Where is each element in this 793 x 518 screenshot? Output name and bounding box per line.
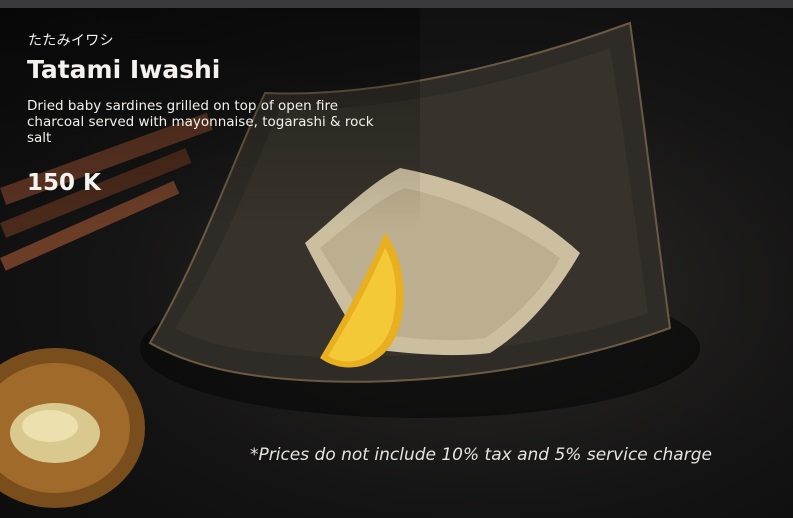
mayonnaise-bowl [0, 348, 145, 508]
top-bar [0, 0, 793, 8]
item-subtitle-japanese: たたみイワシ [28, 33, 114, 49]
item-description: Dried baby sardines grilled on top of op… [27, 98, 374, 146]
item-title: Tatami Iwashi [27, 55, 221, 84]
menu-item-card: たたみイワシ Tatami Iwashi Dried baby sardines… [0, 0, 793, 518]
price-disclaimer: *Prices do not include 10% tax and 5% se… [250, 445, 712, 465]
dish-photo [0, 8, 793, 518]
item-price: 150 K [27, 170, 101, 196]
